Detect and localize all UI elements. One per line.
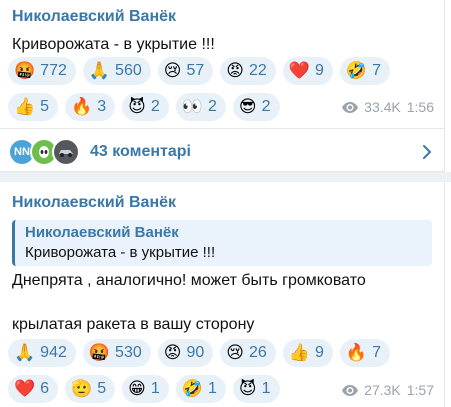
post-meta: 27.3K 1:57 xyxy=(342,382,434,398)
reaction-pill[interactable]: 👀 2 xyxy=(175,93,226,121)
reaction-emoji-icon: ❤️ xyxy=(288,60,310,81)
reaction-count: 5 xyxy=(97,380,107,397)
reaction-pill[interactable]: 🔥 7 xyxy=(339,339,390,367)
reaction-count: 7 xyxy=(372,344,381,361)
eye-icon xyxy=(342,101,359,113)
reaction-pill[interactable]: 😁 1 xyxy=(122,375,169,403)
reaction-emoji-icon: 🔥 xyxy=(345,342,368,363)
car-icon xyxy=(59,150,73,157)
divider xyxy=(0,128,444,129)
post-text: Криворожата - в укрытие !!! xyxy=(12,36,215,53)
reaction-pill[interactable]: 🤣 1 xyxy=(175,375,226,403)
reaction-pill[interactable]: 🔥 3 xyxy=(65,93,116,121)
reaction-count: 3 xyxy=(97,98,107,115)
reaction-count: 57 xyxy=(186,62,205,79)
reaction-emoji-icon: 👍 xyxy=(288,342,310,363)
reply-quote[interactable]: Николаевский Ванёк Криворожата - в укрыт… xyxy=(12,220,432,266)
reaction-emoji-icon: 🔥 xyxy=(71,96,93,117)
comments-button[interactable]: NN 43 коментарі xyxy=(0,133,444,171)
reaction-emoji-icon: 🤣 xyxy=(181,378,203,399)
post-meta: 33.4K 1:56 xyxy=(342,99,434,115)
reaction-pill[interactable]: 🙏 942 xyxy=(8,339,76,367)
reaction-emoji-icon: 👍 xyxy=(14,96,36,117)
reaction-emoji-icon: 😈 xyxy=(238,378,257,399)
reaction-count: 942 xyxy=(40,344,67,361)
reaction-emoji-icon: 🤣 xyxy=(345,60,368,81)
reaction-pill[interactable]: ❤️ 6 xyxy=(8,375,59,403)
view-count: 27.3K xyxy=(364,382,401,398)
reaction-count: 1 xyxy=(261,380,271,397)
reaction-count: 9 xyxy=(314,62,324,79)
reaction-count: 2 xyxy=(261,98,271,115)
channel-post-2: Николаевский Ванёк Николаевский Ванёк Кр… xyxy=(0,182,445,407)
post-separator xyxy=(0,172,451,182)
comments-label: 43 коментарі xyxy=(90,143,191,160)
reaction-count: 26 xyxy=(249,344,267,361)
quote-author: Николаевский Ванёк xyxy=(25,224,179,241)
quote-text: Криворожата - в укрытие !!! xyxy=(25,244,216,261)
reaction-count: 6 xyxy=(40,380,50,397)
reaction-emoji-icon: 😡 xyxy=(226,60,245,81)
post-time: 1:56 xyxy=(406,99,434,115)
reaction-count: 1 xyxy=(207,380,217,397)
reaction-count: 1 xyxy=(150,380,160,397)
reaction-pill[interactable]: 😡 22 xyxy=(220,57,276,85)
reaction-pill[interactable]: 👍 9 xyxy=(282,339,333,367)
reaction-pill[interactable]: 🤣 7 xyxy=(339,57,390,85)
reaction-count: 9 xyxy=(314,344,324,361)
reaction-count: 2 xyxy=(207,98,217,115)
reaction-emoji-icon: ❤️ xyxy=(14,378,36,399)
alien-icon xyxy=(39,146,49,158)
reaction-pill[interactable]: 😢 26 xyxy=(220,339,276,367)
reaction-count: 90 xyxy=(186,344,205,361)
post-author[interactable]: Николаевский Ванёк xyxy=(12,194,176,212)
reaction-pill[interactable]: 🫡 5 xyxy=(65,375,116,403)
reaction-pill[interactable]: 👍 5 xyxy=(8,93,59,121)
reaction-emoji-icon: 🤬 xyxy=(14,60,36,81)
reaction-pill[interactable]: 🤬 530 xyxy=(82,339,151,367)
reaction-emoji-icon: 😎 xyxy=(238,96,257,117)
post-text-line-2: крылатая ракета в вашу сторону xyxy=(12,316,255,333)
channel-post-1: Николаевский Ванёк Криворожата - в укрыт… xyxy=(0,0,445,172)
reaction-emoji-icon: 😡 xyxy=(163,342,182,363)
reaction-count: 2 xyxy=(150,98,160,115)
reaction-pill[interactable]: 😢 57 xyxy=(157,57,214,85)
reaction-pill[interactable]: 🙏 560 xyxy=(82,57,151,85)
reaction-pill[interactable]: 🤬 772 xyxy=(8,57,76,85)
reaction-emoji-icon: 👀 xyxy=(181,96,203,117)
reaction-emoji-icon: 🙏 xyxy=(88,60,111,81)
reaction-emoji-icon: 😢 xyxy=(226,342,245,363)
avatar xyxy=(52,138,80,166)
reaction-pill[interactable]: 😎 2 xyxy=(232,93,280,121)
reaction-count: 772 xyxy=(40,62,67,79)
reaction-emoji-icon: 🙏 xyxy=(14,342,36,363)
reaction-count: 560 xyxy=(115,62,142,79)
reaction-count: 5 xyxy=(40,98,50,115)
reaction-count: 22 xyxy=(249,62,267,79)
chevron-right-icon xyxy=(423,145,431,159)
post-time: 1:57 xyxy=(406,382,434,398)
post-author[interactable]: Николаевский Ванёк xyxy=(12,8,176,26)
reaction-pill[interactable]: 😡 90 xyxy=(157,339,214,367)
reaction-pill[interactable]: 😈 1 xyxy=(232,375,280,403)
reaction-emoji-icon: 🫡 xyxy=(71,378,93,399)
reaction-emoji-icon: 😈 xyxy=(128,96,146,117)
reaction-pill[interactable]: 😈 2 xyxy=(122,93,169,121)
reaction-emoji-icon: 🤬 xyxy=(88,342,111,363)
reaction-count: 530 xyxy=(115,344,142,361)
eye-icon xyxy=(342,384,359,396)
reaction-count: 7 xyxy=(372,62,381,79)
reaction-pill[interactable]: ❤️ 9 xyxy=(282,57,333,85)
reaction-emoji-icon: 😁 xyxy=(128,378,146,399)
reaction-emoji-icon: 😢 xyxy=(163,60,182,81)
view-count: 33.4K xyxy=(364,99,401,115)
post-text-line-1: Днепрята , аналогично! может быть громко… xyxy=(12,272,366,289)
